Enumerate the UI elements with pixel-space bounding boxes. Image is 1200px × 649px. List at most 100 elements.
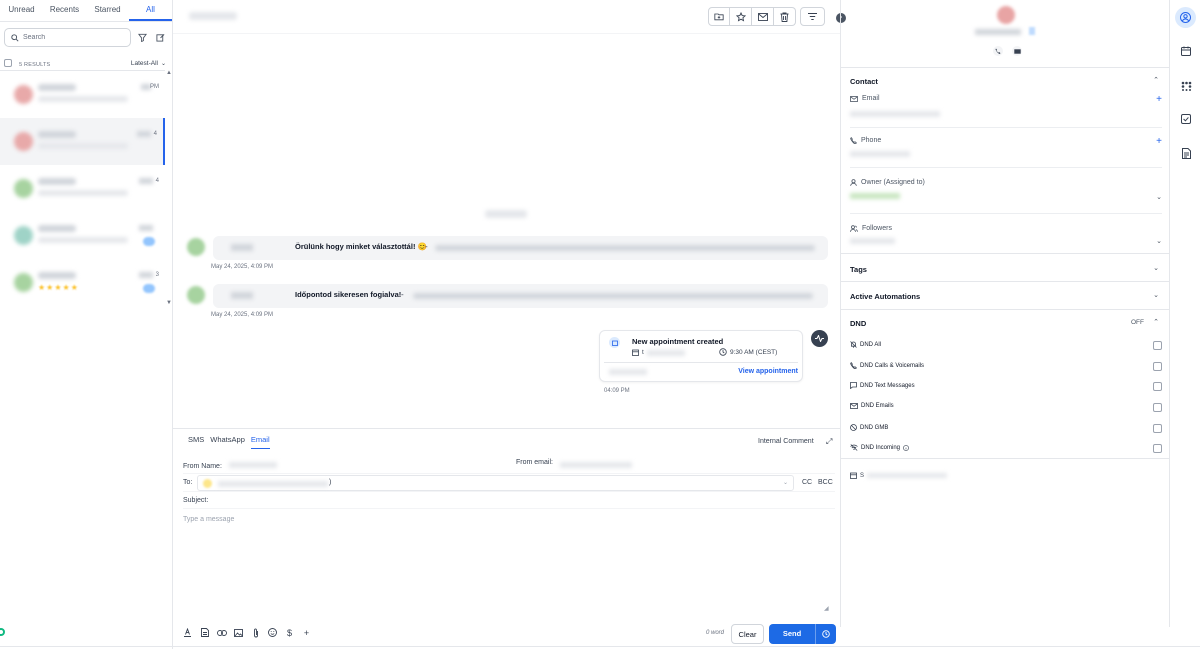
link-icon[interactable] xyxy=(215,626,228,639)
cc-button[interactable]: CC xyxy=(802,479,812,486)
owner-value-redacted[interactable] xyxy=(850,193,900,199)
scroll-up-icon[interactable]: ▲ xyxy=(166,70,172,76)
dnd-gmb-checkbox[interactable] xyxy=(1153,424,1162,433)
scroll-down-icon[interactable]: ▼ xyxy=(166,300,172,306)
filter-button[interactable] xyxy=(135,31,149,45)
side-rail xyxy=(1171,0,1200,627)
message-body-redacted xyxy=(413,293,813,299)
clear-button[interactable]: Clear xyxy=(731,624,764,644)
rail-calendar-button[interactable] xyxy=(1179,44,1193,58)
from-email-redacted[interactable] xyxy=(560,462,632,468)
followers-value-redacted[interactable] xyxy=(850,238,895,244)
bcc-button[interactable]: BCC xyxy=(818,479,833,486)
tags-section[interactable]: Tags ⌄ xyxy=(841,254,1169,282)
dnd-all-checkbox[interactable] xyxy=(1153,341,1162,350)
automations-section[interactable]: Active Automations ⌄ xyxy=(841,282,1169,310)
email-value-redacted[interactable] xyxy=(850,111,940,117)
sender-redacted xyxy=(231,292,253,299)
channel-tabs: SMS WhatsApp Email xyxy=(188,435,270,449)
internal-comment-toggle[interactable]: Internal Comment xyxy=(758,438,814,445)
copy-icon[interactable] xyxy=(1029,27,1035,35)
message-timestamp: May 24, 2025, 4:09 PM xyxy=(211,312,274,318)
rail-opportunities-button[interactable] xyxy=(1179,79,1193,93)
dollar-icon[interactable]: $ xyxy=(283,626,296,639)
tab-unread[interactable]: Unread xyxy=(0,0,43,21)
dnd-sms-label: DND Text Messages xyxy=(860,382,915,389)
conversation-item[interactable]: PM xyxy=(0,71,165,118)
dnd-emails-checkbox[interactable] xyxy=(1153,403,1162,412)
expand-icon[interactable]: ⤢ xyxy=(826,437,832,447)
conversation-title-redacted xyxy=(189,12,237,20)
move-to-folder-button[interactable] xyxy=(708,7,730,26)
filter-messages-button[interactable] xyxy=(800,7,825,26)
phone-value-redacted[interactable] xyxy=(850,151,910,157)
conversation-item[interactable] xyxy=(0,212,165,259)
tab-all[interactable]: All xyxy=(129,0,172,21)
mark-unread-button[interactable] xyxy=(752,7,774,26)
call-button[interactable] xyxy=(993,46,1003,56)
message-body-input[interactable] xyxy=(183,513,833,615)
conversation-list-panel: Unread Recents Starred All 5 RESULTS L xyxy=(0,0,173,649)
conversation-item-selected[interactable]: 4 xyxy=(0,118,165,165)
template-icon[interactable] xyxy=(198,626,211,639)
wifi-off-icon xyxy=(850,444,858,451)
add-phone-button[interactable]: + xyxy=(1156,136,1162,147)
bottom-divider xyxy=(0,646,1200,647)
tab-email[interactable]: Email xyxy=(250,435,270,449)
calendar-small-icon xyxy=(632,349,639,356)
chevron-down-icon: ⌄ xyxy=(782,480,788,486)
dnd-incoming-checkbox[interactable] xyxy=(1153,444,1162,453)
sort-dropdown[interactable]: Latest-All ⌄ xyxy=(131,60,166,67)
plus-icon[interactable]: + xyxy=(300,626,313,639)
from-name-redacted[interactable] xyxy=(229,462,277,468)
mail-icon xyxy=(757,12,768,21)
message-timestamp: May 24, 2025, 4:09 PM xyxy=(211,264,274,270)
image-icon[interactable] xyxy=(232,626,245,639)
chevron-down-icon[interactable]: ⌄ xyxy=(1153,291,1159,299)
text-format-icon[interactable] xyxy=(181,626,194,639)
attachment-icon[interactable] xyxy=(249,626,262,639)
delete-button[interactable] xyxy=(774,7,796,26)
phone-field: Phone + xyxy=(850,136,1162,168)
rail-notes-button[interactable] xyxy=(1179,146,1193,160)
message-bubble[interactable]: Örülünk hogy minket választottál! 😊 - xyxy=(213,236,828,260)
chevron-up-icon[interactable]: ⌃ xyxy=(1153,318,1159,326)
automations-section-header: Active Automations xyxy=(850,292,921,301)
dnd-sms-checkbox[interactable] xyxy=(1153,382,1162,391)
chevron-down-icon[interactable]: ⌄ xyxy=(1156,193,1162,201)
subject-input[interactable] xyxy=(215,495,815,507)
add-email-button[interactable]: + xyxy=(1156,94,1162,105)
dnd-calls-checkbox[interactable] xyxy=(1153,362,1162,371)
search-box xyxy=(4,28,131,47)
info-icon[interactable] xyxy=(903,444,909,451)
view-appointment-link[interactable]: View appointment xyxy=(738,368,798,375)
conversation-item[interactable]: 4 xyxy=(0,165,165,212)
from-row: From Name: From email: xyxy=(183,459,835,471)
conversations-app: Unread Recents Starred All 5 RESULTS L xyxy=(0,0,1200,649)
rail-tasks-button[interactable] xyxy=(1179,112,1193,126)
message-bubble[interactable]: Időpontod sikeresen fogialva! - xyxy=(213,284,828,308)
chevron-down-icon[interactable]: ⌄ xyxy=(1153,264,1159,272)
to-recipient-select[interactable]: ) ⌄ xyxy=(197,475,794,491)
select-all-checkbox[interactable] xyxy=(4,59,12,68)
chevron-up-icon[interactable]: ⌃ xyxy=(1153,76,1159,84)
rail-contact-button[interactable] xyxy=(1175,7,1196,28)
resize-handle-icon[interactable]: ◢ xyxy=(824,605,829,612)
compose-button[interactable] xyxy=(153,31,167,45)
chevron-down-icon[interactable]: ⌄ xyxy=(1156,237,1162,245)
schedule-send-button[interactable] xyxy=(815,624,836,644)
contact-name-redacted xyxy=(38,272,76,279)
message-preview-redacted xyxy=(38,190,128,196)
tab-whatsapp[interactable]: WhatsApp xyxy=(210,435,245,449)
email-button[interactable] xyxy=(1012,46,1022,56)
emoji-icon[interactable] xyxy=(266,626,279,639)
tab-starred[interactable]: Starred xyxy=(86,0,129,21)
star-button[interactable] xyxy=(730,7,752,26)
tab-sms[interactable]: SMS xyxy=(188,435,204,449)
send-button[interactable]: Send xyxy=(769,624,836,644)
list-scrollbar[interactable]: ▲ ▼ xyxy=(165,70,172,306)
conversation-item[interactable]: ★★★★★ 3 xyxy=(0,259,165,306)
tab-recents[interactable]: Recents xyxy=(43,0,86,21)
dnd-section-header: DND xyxy=(850,319,867,328)
search-input[interactable] xyxy=(23,34,123,41)
